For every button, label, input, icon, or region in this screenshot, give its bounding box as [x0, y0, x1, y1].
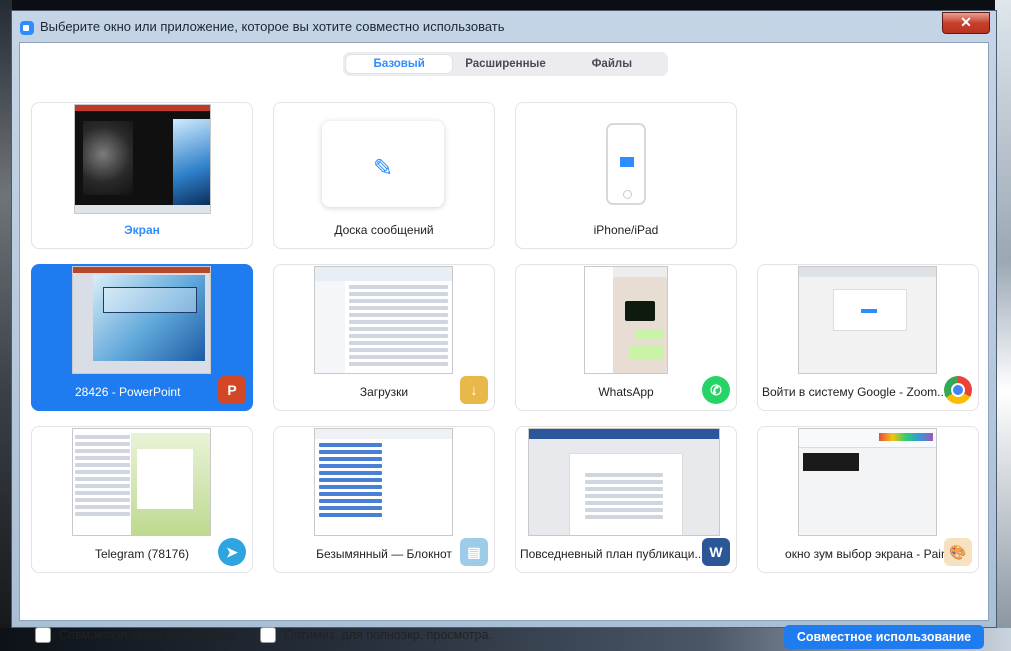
share-tile-whatsapp[interactable]: WhatsApp ✆	[515, 264, 737, 411]
tab-bar: Базовый Расширенные Файлы	[343, 52, 668, 76]
pen-icon: ✎	[373, 155, 394, 182]
whatsapp-icon: ✆	[702, 376, 730, 404]
share-tile-chrome[interactable]: Войти в систему Google - Zoom...	[757, 264, 979, 411]
title-bar[interactable]: Выберите окно или приложение, которое вы…	[12, 11, 996, 43]
tile-label: WhatsApp	[598, 385, 654, 399]
powerpoint-preview-thumbnail	[72, 266, 211, 374]
share-button[interactable]: Совместное использование	[784, 625, 984, 649]
tab-advanced[interactable]: Расширенные	[452, 55, 558, 73]
telegram-icon: ➤	[218, 538, 246, 566]
notepad-preview-thumbnail	[314, 428, 453, 536]
folder-download-icon: ↓	[460, 376, 488, 404]
whatsapp-preview-thumbnail	[584, 266, 668, 374]
word-icon: W	[702, 538, 730, 566]
tile-label: Загрузки	[359, 385, 409, 399]
tab-files[interactable]: Файлы	[559, 55, 665, 73]
desktop-background-right	[995, 0, 1011, 651]
close-button[interactable]: ✕	[942, 12, 990, 34]
chrome-preview-thumbnail	[798, 266, 937, 374]
share-tile-whiteboard[interactable]: ✎ Доска сообщений	[273, 102, 495, 249]
share-tile-iphone-ipad[interactable]: iPhone/iPad	[515, 102, 737, 249]
share-audio-checkbox[interactable]	[35, 627, 51, 643]
word-preview-thumbnail	[528, 428, 720, 536]
powerpoint-icon: P	[218, 376, 246, 404]
share-tile-paint[interactable]: окно зум выбор экрана - Paint 🎨	[757, 426, 979, 573]
whiteboard-preview: ✎	[322, 121, 444, 207]
phone-icon	[606, 123, 646, 205]
tab-basic[interactable]: Базовый	[346, 55, 453, 73]
tile-label: Экран	[124, 223, 160, 237]
tile-label: iPhone/iPad	[593, 223, 659, 237]
tile-label: Повседневный план публикаци...	[520, 547, 705, 561]
optimize-fullscreen-label: Оптимиз. для полноэкр. просмотра.	[284, 628, 492, 642]
optimize-fullscreen-option[interactable]: Оптимиз. для полноэкр. просмотра.	[260, 627, 492, 643]
optimize-fullscreen-checkbox[interactable]	[260, 627, 276, 643]
tile-label: Telegram (78176)	[94, 547, 190, 561]
share-tile-notepad[interactable]: Безымянный — Блокнот ▤	[273, 426, 495, 573]
share-content-area: Базовый Расширенные Файлы Экран ✎ Доска …	[19, 42, 989, 649]
tile-label: Войти в систему Google - Zoom...	[762, 385, 948, 399]
share-tile-powerpoint[interactable]: 28426 - PowerPoint P	[31, 264, 253, 411]
share-tile-screen[interactable]: Экран	[31, 102, 253, 249]
share-tile-word[interactable]: Повседневный план публикаци... W	[515, 426, 737, 573]
notepad-icon: ▤	[460, 538, 488, 566]
window-title: Выберите окно или приложение, которое вы…	[40, 19, 505, 34]
share-audio-label: Совм.испол.звука компьютера	[59, 628, 236, 642]
screen-preview-thumbnail	[74, 104, 211, 214]
paint-icon: 🎨	[944, 538, 972, 566]
tile-label: окно зум выбор экрана - Paint	[785, 547, 951, 561]
paint-preview-thumbnail	[798, 428, 937, 536]
telegram-preview-thumbnail	[72, 428, 211, 536]
zoom-app-icon	[20, 21, 34, 35]
explorer-preview-thumbnail	[314, 266, 453, 374]
chrome-icon	[944, 376, 972, 404]
share-screen-window: Выберите окно или приложение, которое вы…	[11, 10, 997, 649]
tile-label: Доска сообщений	[334, 223, 434, 237]
share-tile-telegram[interactable]: Telegram (78176) ➤	[31, 426, 253, 573]
share-tile-downloads[interactable]: Загрузки ↓	[273, 264, 495, 411]
tile-label: Безымянный — Блокнот	[316, 547, 452, 561]
share-audio-option[interactable]: Совм.испол.звука компьютера	[35, 627, 235, 643]
